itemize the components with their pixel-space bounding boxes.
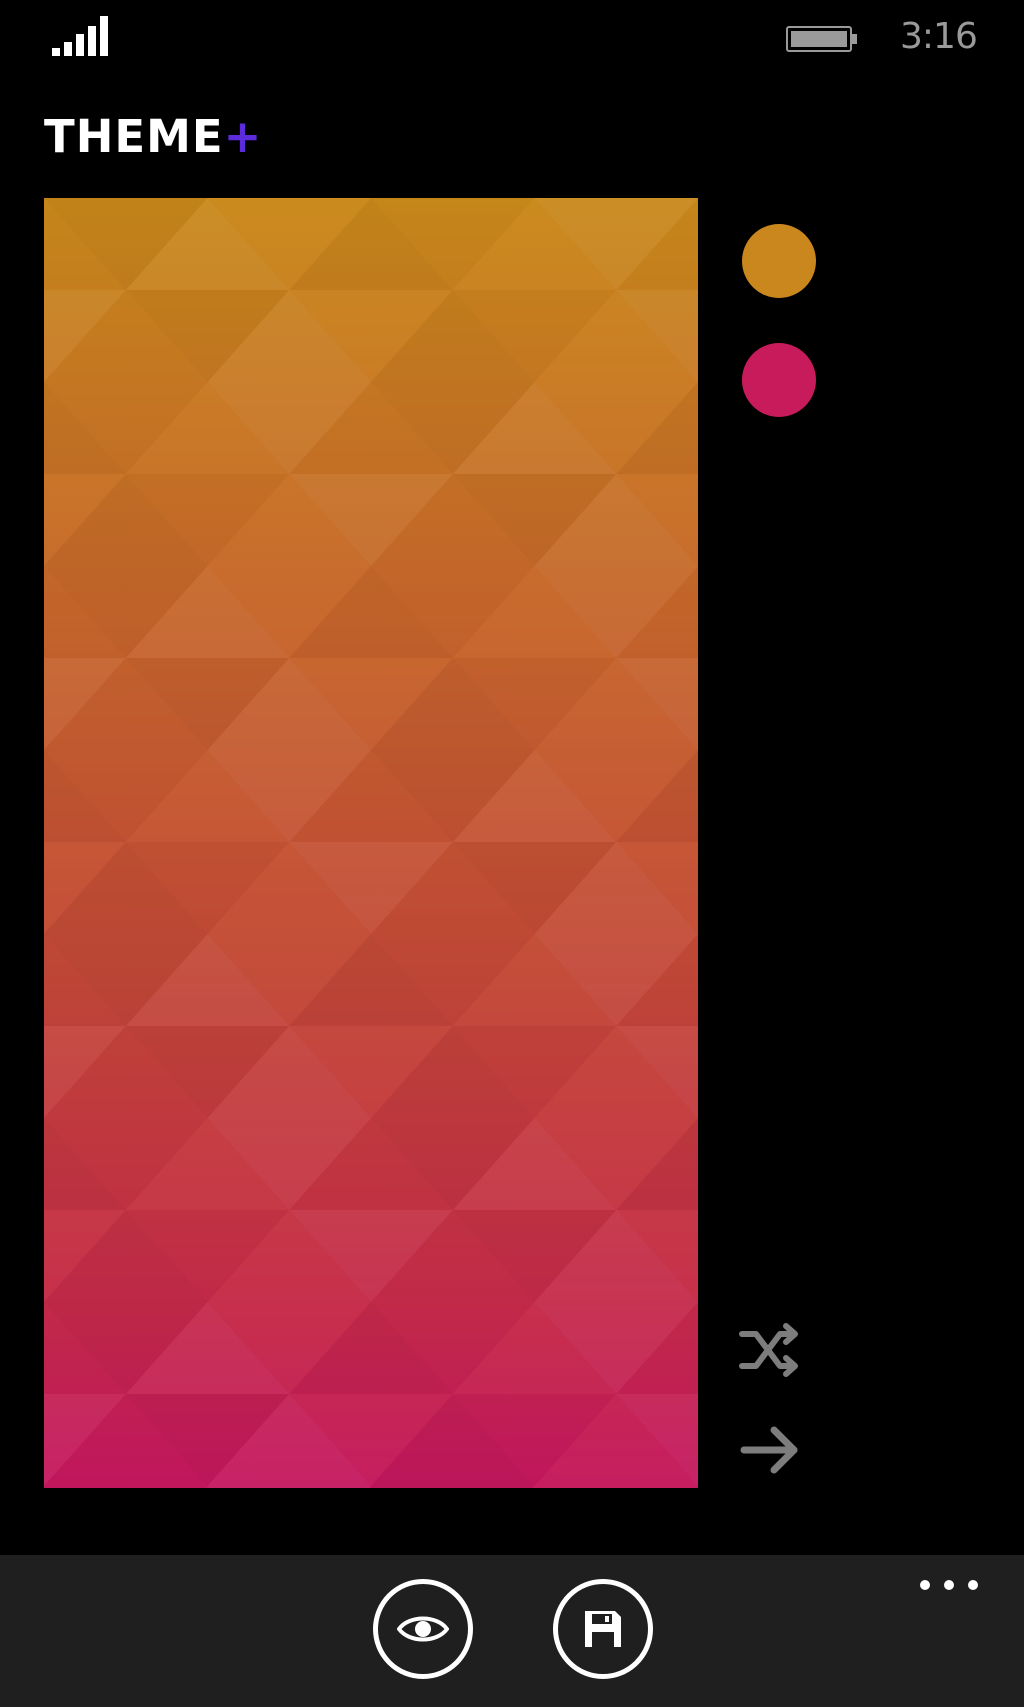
status-bar: 3:16 — [0, 0, 1024, 80]
wallpaper-facet — [371, 1486, 535, 1488]
accent-color-swatch-1[interactable] — [742, 224, 816, 298]
app-title-text: THEME — [44, 110, 224, 163]
wallpaper-facet — [207, 1486, 371, 1488]
save-button[interactable] — [553, 1579, 653, 1679]
more-dot — [920, 1580, 930, 1590]
accent-color-swatch-2[interactable] — [742, 343, 816, 417]
more-dot — [944, 1580, 954, 1590]
app-bar — [0, 1555, 1024, 1707]
battery-full-icon — [786, 26, 857, 52]
eye-icon — [397, 1616, 449, 1642]
signal-bars-icon — [52, 16, 108, 56]
save-floppy-icon — [585, 1611, 621, 1647]
arrow-right-icon[interactable] — [738, 1422, 802, 1478]
wallpaper-facet — [44, 1486, 208, 1488]
app-title: THEME+ — [44, 110, 262, 163]
more-dots-icon[interactable] — [912, 1570, 992, 1600]
more-dot — [968, 1580, 978, 1590]
wallpaper-pattern — [44, 198, 698, 1488]
clock-time: 3:16 — [900, 16, 978, 57]
app-title-plus: + — [223, 110, 263, 163]
preview-button[interactable] — [373, 1579, 473, 1679]
shuffle-icon[interactable] — [738, 1322, 802, 1378]
wallpaper-facet — [534, 1486, 698, 1488]
wallpaper-preview[interactable] — [44, 198, 698, 1488]
